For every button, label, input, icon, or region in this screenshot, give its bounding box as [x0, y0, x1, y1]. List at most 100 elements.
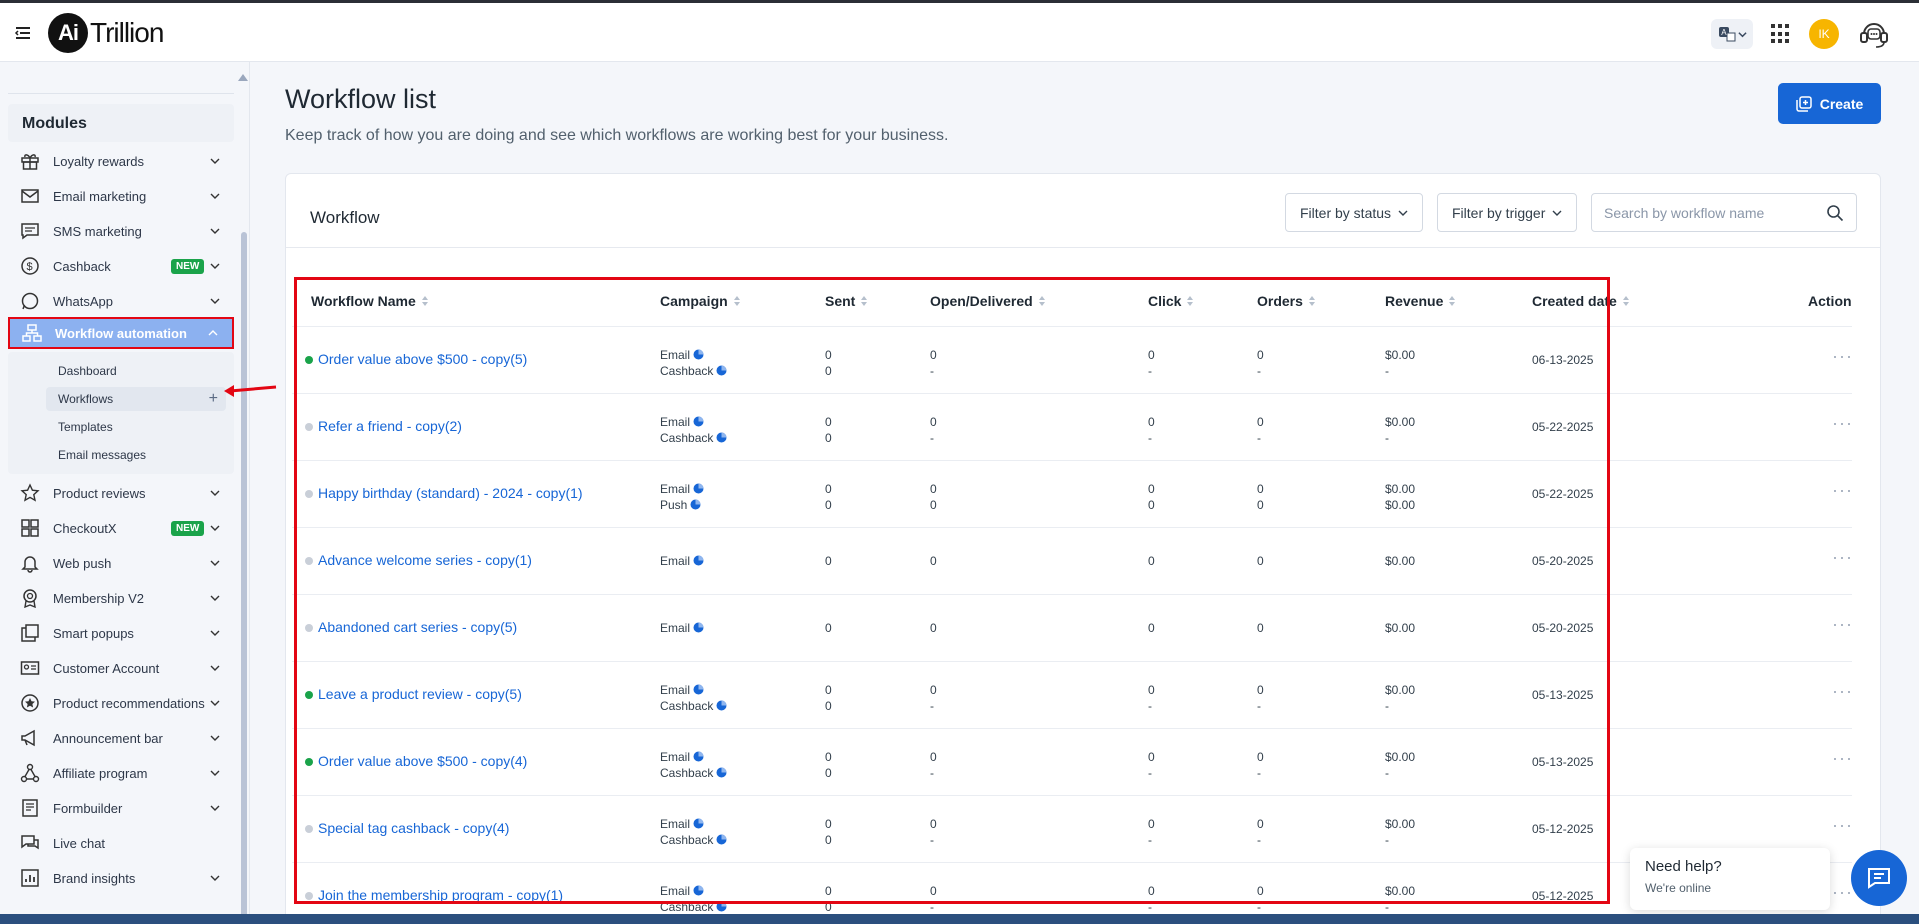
- sidebar-item-whatsapp[interactable]: WhatsApp: [8, 286, 234, 316]
- more-actions-icon[interactable]: ···: [1832, 815, 1853, 836]
- more-actions-icon[interactable]: ···: [1832, 748, 1853, 769]
- search-icon[interactable]: [1826, 204, 1844, 222]
- campaign-label: Email: [660, 682, 704, 698]
- workflow-name-link[interactable]: Order value above $500 - copy(4): [318, 753, 527, 769]
- sub-item-templates[interactable]: Templates: [46, 415, 226, 439]
- sidebar-item-announcement-bar[interactable]: Announcement bar: [8, 723, 234, 753]
- sidebar-item-membership-v2[interactable]: Membership V2: [8, 583, 234, 613]
- workflow-name-link[interactable]: Advance welcome series - copy(1): [318, 552, 532, 568]
- sidebar-item-product-recommendations[interactable]: Product recommendations: [8, 688, 234, 718]
- sidebar-item-checkoutx[interactable]: CheckoutX NEW: [8, 513, 234, 543]
- col-header-orders[interactable]: Orders: [1257, 293, 1316, 309]
- more-actions-icon[interactable]: ···: [1832, 413, 1853, 434]
- sidebar-item-affiliate-program[interactable]: Affiliate program: [8, 758, 234, 788]
- pie-chart-icon[interactable]: [693, 621, 704, 633]
- table-row[interactable]: Happy birthday (standard) - 2024 - copy(…: [292, 460, 1852, 527]
- chevron-down-icon: [210, 875, 220, 881]
- col-header-sent[interactable]: Sent: [825, 293, 868, 309]
- pie-chart-icon[interactable]: [693, 817, 704, 829]
- table-row[interactable]: Abandoned cart series - copy(5) Email 0 0 0 0…: [292, 594, 1852, 661]
- more-actions-icon[interactable]: ···: [1832, 346, 1853, 367]
- click-value: -: [1148, 766, 1152, 780]
- pie-chart-icon[interactable]: [693, 554, 704, 566]
- pie-chart-icon[interactable]: [716, 431, 727, 443]
- pie-chart-icon[interactable]: [693, 348, 704, 360]
- chevron-down-icon: [1737, 31, 1747, 37]
- message-icon: [21, 223, 39, 240]
- col-header-created-date[interactable]: Created date: [1532, 293, 1630, 309]
- sidebar-item-sms-marketing[interactable]: SMS marketing: [8, 216, 234, 246]
- chat-launcher-button[interactable]: [1851, 850, 1907, 906]
- workflow-name-link[interactable]: Order value above $500 - copy(5): [318, 351, 527, 367]
- pie-chart-icon[interactable]: [693, 750, 704, 762]
- workflow-name-link[interactable]: Abandoned cart series - copy(5): [318, 619, 517, 635]
- sub-item-email-messages[interactable]: Email messages: [46, 443, 226, 467]
- table-row[interactable]: Order value above $500 - copy(4) Email Cas…: [292, 728, 1852, 795]
- help-bubble[interactable]: Need help? We're online: [1630, 848, 1830, 910]
- table-row[interactable]: Order value above $500 - copy(5) Email Cas…: [292, 326, 1852, 393]
- more-actions-icon[interactable]: ···: [1832, 882, 1853, 903]
- more-actions-icon[interactable]: ···: [1832, 681, 1853, 702]
- app-logo[interactable]: Ai Trillion: [48, 13, 164, 53]
- workflow-name-link[interactable]: Happy birthday (standard) - 2024 - copy(…: [318, 485, 583, 501]
- sidebar-item-brand-insights[interactable]: Brand insights: [8, 863, 234, 893]
- sidebar-item-loyalty-rewards[interactable]: Loyalty rewards: [8, 146, 234, 176]
- revenue-value: $0.00: [1385, 554, 1416, 568]
- avatar[interactable]: IK: [1809, 19, 1839, 49]
- sub-item-dashboard[interactable]: Dashboard: [46, 359, 226, 383]
- pie-chart-icon[interactable]: [690, 498, 701, 510]
- table-row[interactable]: Leave a product review - copy(5) Email Cas…: [292, 661, 1852, 728]
- col-header-workflow-name[interactable]: Workflow Name: [311, 293, 429, 309]
- click-value: 0: [1148, 482, 1155, 496]
- col-header-click[interactable]: Click: [1148, 293, 1194, 309]
- pie-chart-icon[interactable]: [716, 364, 727, 376]
- col-header-campaign[interactable]: Campaign: [660, 293, 741, 309]
- sidebar-item-formbuilder[interactable]: Formbuilder: [8, 793, 234, 823]
- sidebar-item-workflow-automation[interactable]: Workflow automation: [8, 317, 234, 349]
- workflow-name-link[interactable]: Refer a friend - copy(2): [318, 418, 462, 434]
- more-actions-icon[interactable]: ···: [1832, 480, 1853, 501]
- language-switcher[interactable]: A: [1711, 19, 1753, 49]
- sidebar-scrollbar[interactable]: [241, 232, 247, 922]
- pie-chart-icon[interactable]: [716, 699, 727, 711]
- table-row[interactable]: Advance welcome series - copy(1) Email 0 0 0…: [292, 527, 1852, 594]
- chat-bubble-icon: [1868, 868, 1890, 889]
- apps-grid-icon[interactable]: [1771, 24, 1791, 44]
- revenue-value: $0.00: [1385, 884, 1416, 898]
- sidebar-item-customer-account[interactable]: Customer Account: [8, 653, 234, 683]
- pie-chart-icon[interactable]: [716, 833, 727, 845]
- sub-item-workflows[interactable]: Workflows +: [46, 387, 226, 411]
- workflow-name-link[interactable]: Special tag cashback - copy(4): [318, 820, 509, 836]
- col-header-open-delivered[interactable]: Open/Delivered: [930, 293, 1046, 309]
- sidebar-item-web-push[interactable]: Web push: [8, 548, 234, 578]
- workflow-name-link[interactable]: Join the membership program - copy(1): [318, 887, 563, 903]
- search-input[interactable]: [1604, 205, 1814, 221]
- sidebar-item-live-chat[interactable]: Live chat: [8, 828, 234, 858]
- sidebar-item-email-marketing[interactable]: Email marketing: [8, 181, 234, 211]
- pie-chart-icon[interactable]: [693, 683, 704, 695]
- pie-chart-icon[interactable]: [693, 415, 704, 427]
- filter-status-dropdown[interactable]: Filter by status: [1285, 193, 1424, 232]
- support-headset-icon[interactable]: [1857, 17, 1891, 51]
- click-value: 0: [1148, 498, 1155, 512]
- col-header-revenue[interactable]: Revenue: [1385, 293, 1456, 309]
- sidebar-item-cashback[interactable]: $ Cashback NEW: [8, 251, 234, 281]
- filter-trigger-dropdown[interactable]: Filter by trigger: [1437, 193, 1578, 232]
- card-title: Workflow: [310, 208, 380, 227]
- workflow-name-link[interactable]: Leave a product review - copy(5): [318, 686, 522, 702]
- table-row[interactable]: Special tag cashback - copy(4) Email Cashb…: [292, 795, 1852, 862]
- pie-chart-icon[interactable]: [693, 884, 704, 896]
- create-workflow-button[interactable]: Create: [1778, 83, 1881, 124]
- menu-toggle-icon[interactable]: [14, 24, 32, 42]
- sort-icon: [421, 295, 429, 307]
- pie-chart-icon[interactable]: [716, 900, 727, 912]
- sidebar-item-product-reviews[interactable]: Product reviews: [8, 478, 234, 508]
- table-row[interactable]: Refer a friend - copy(2) Email Cashback 0 0 0…: [292, 393, 1852, 460]
- pie-chart-icon[interactable]: [693, 482, 704, 494]
- pie-chart-icon[interactable]: [716, 766, 727, 778]
- add-workflow-icon[interactable]: +: [209, 391, 218, 407]
- sidebar-item-smart-popups[interactable]: Smart popups: [8, 618, 234, 648]
- more-actions-icon[interactable]: ···: [1832, 547, 1853, 568]
- more-actions-icon[interactable]: ···: [1832, 614, 1853, 635]
- scroll-up-arrow[interactable]: [238, 74, 248, 81]
